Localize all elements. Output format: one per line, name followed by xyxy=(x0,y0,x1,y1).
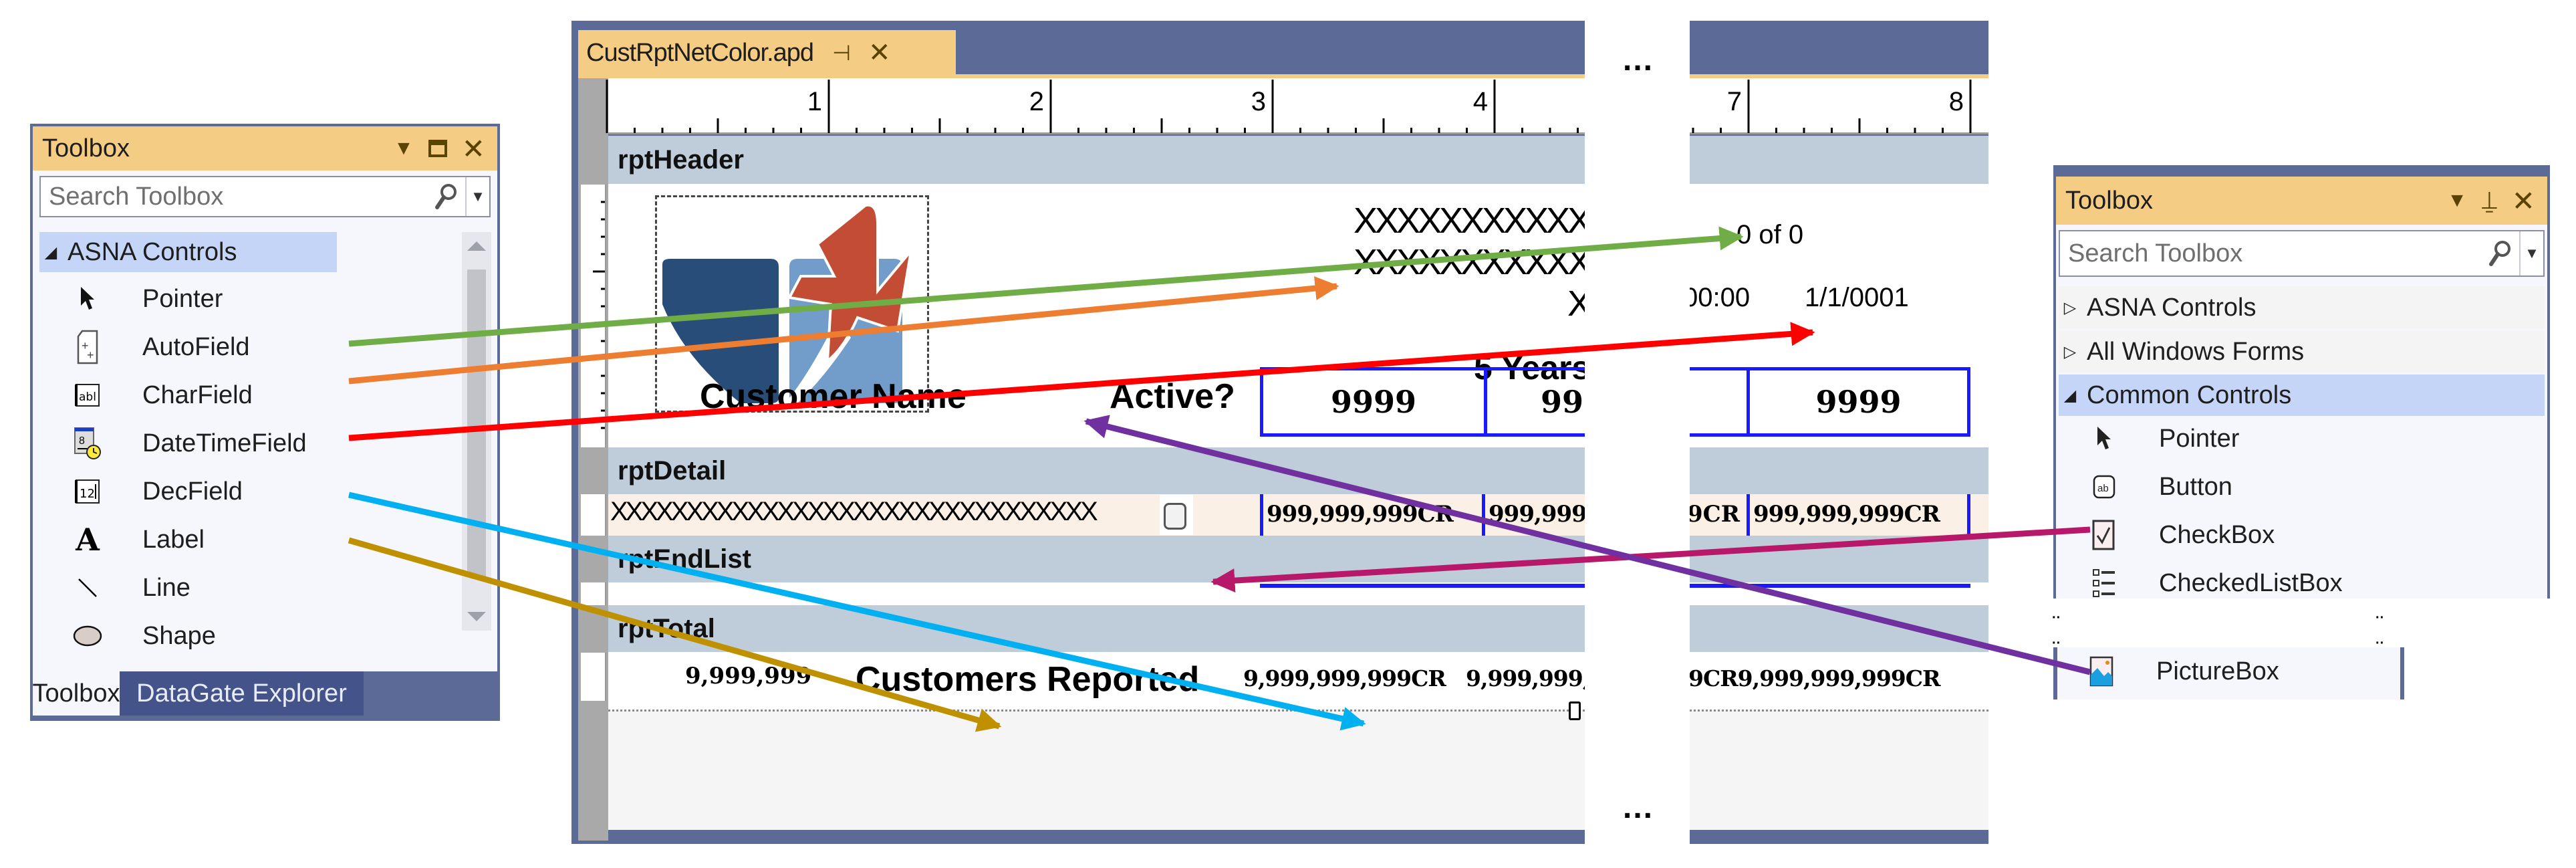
arrow-autofield-to-page-of-field xyxy=(348,226,1744,347)
arrow-picturebox-to-logo-picture xyxy=(1083,415,2091,675)
arrow-checkbox-to-active-checkbox xyxy=(1210,526,2091,593)
arrow-decfield-to-total-decfield xyxy=(348,492,1366,731)
annotation-arrows xyxy=(348,226,2091,732)
arrow-datetimefield-to-date-field xyxy=(348,322,1815,441)
